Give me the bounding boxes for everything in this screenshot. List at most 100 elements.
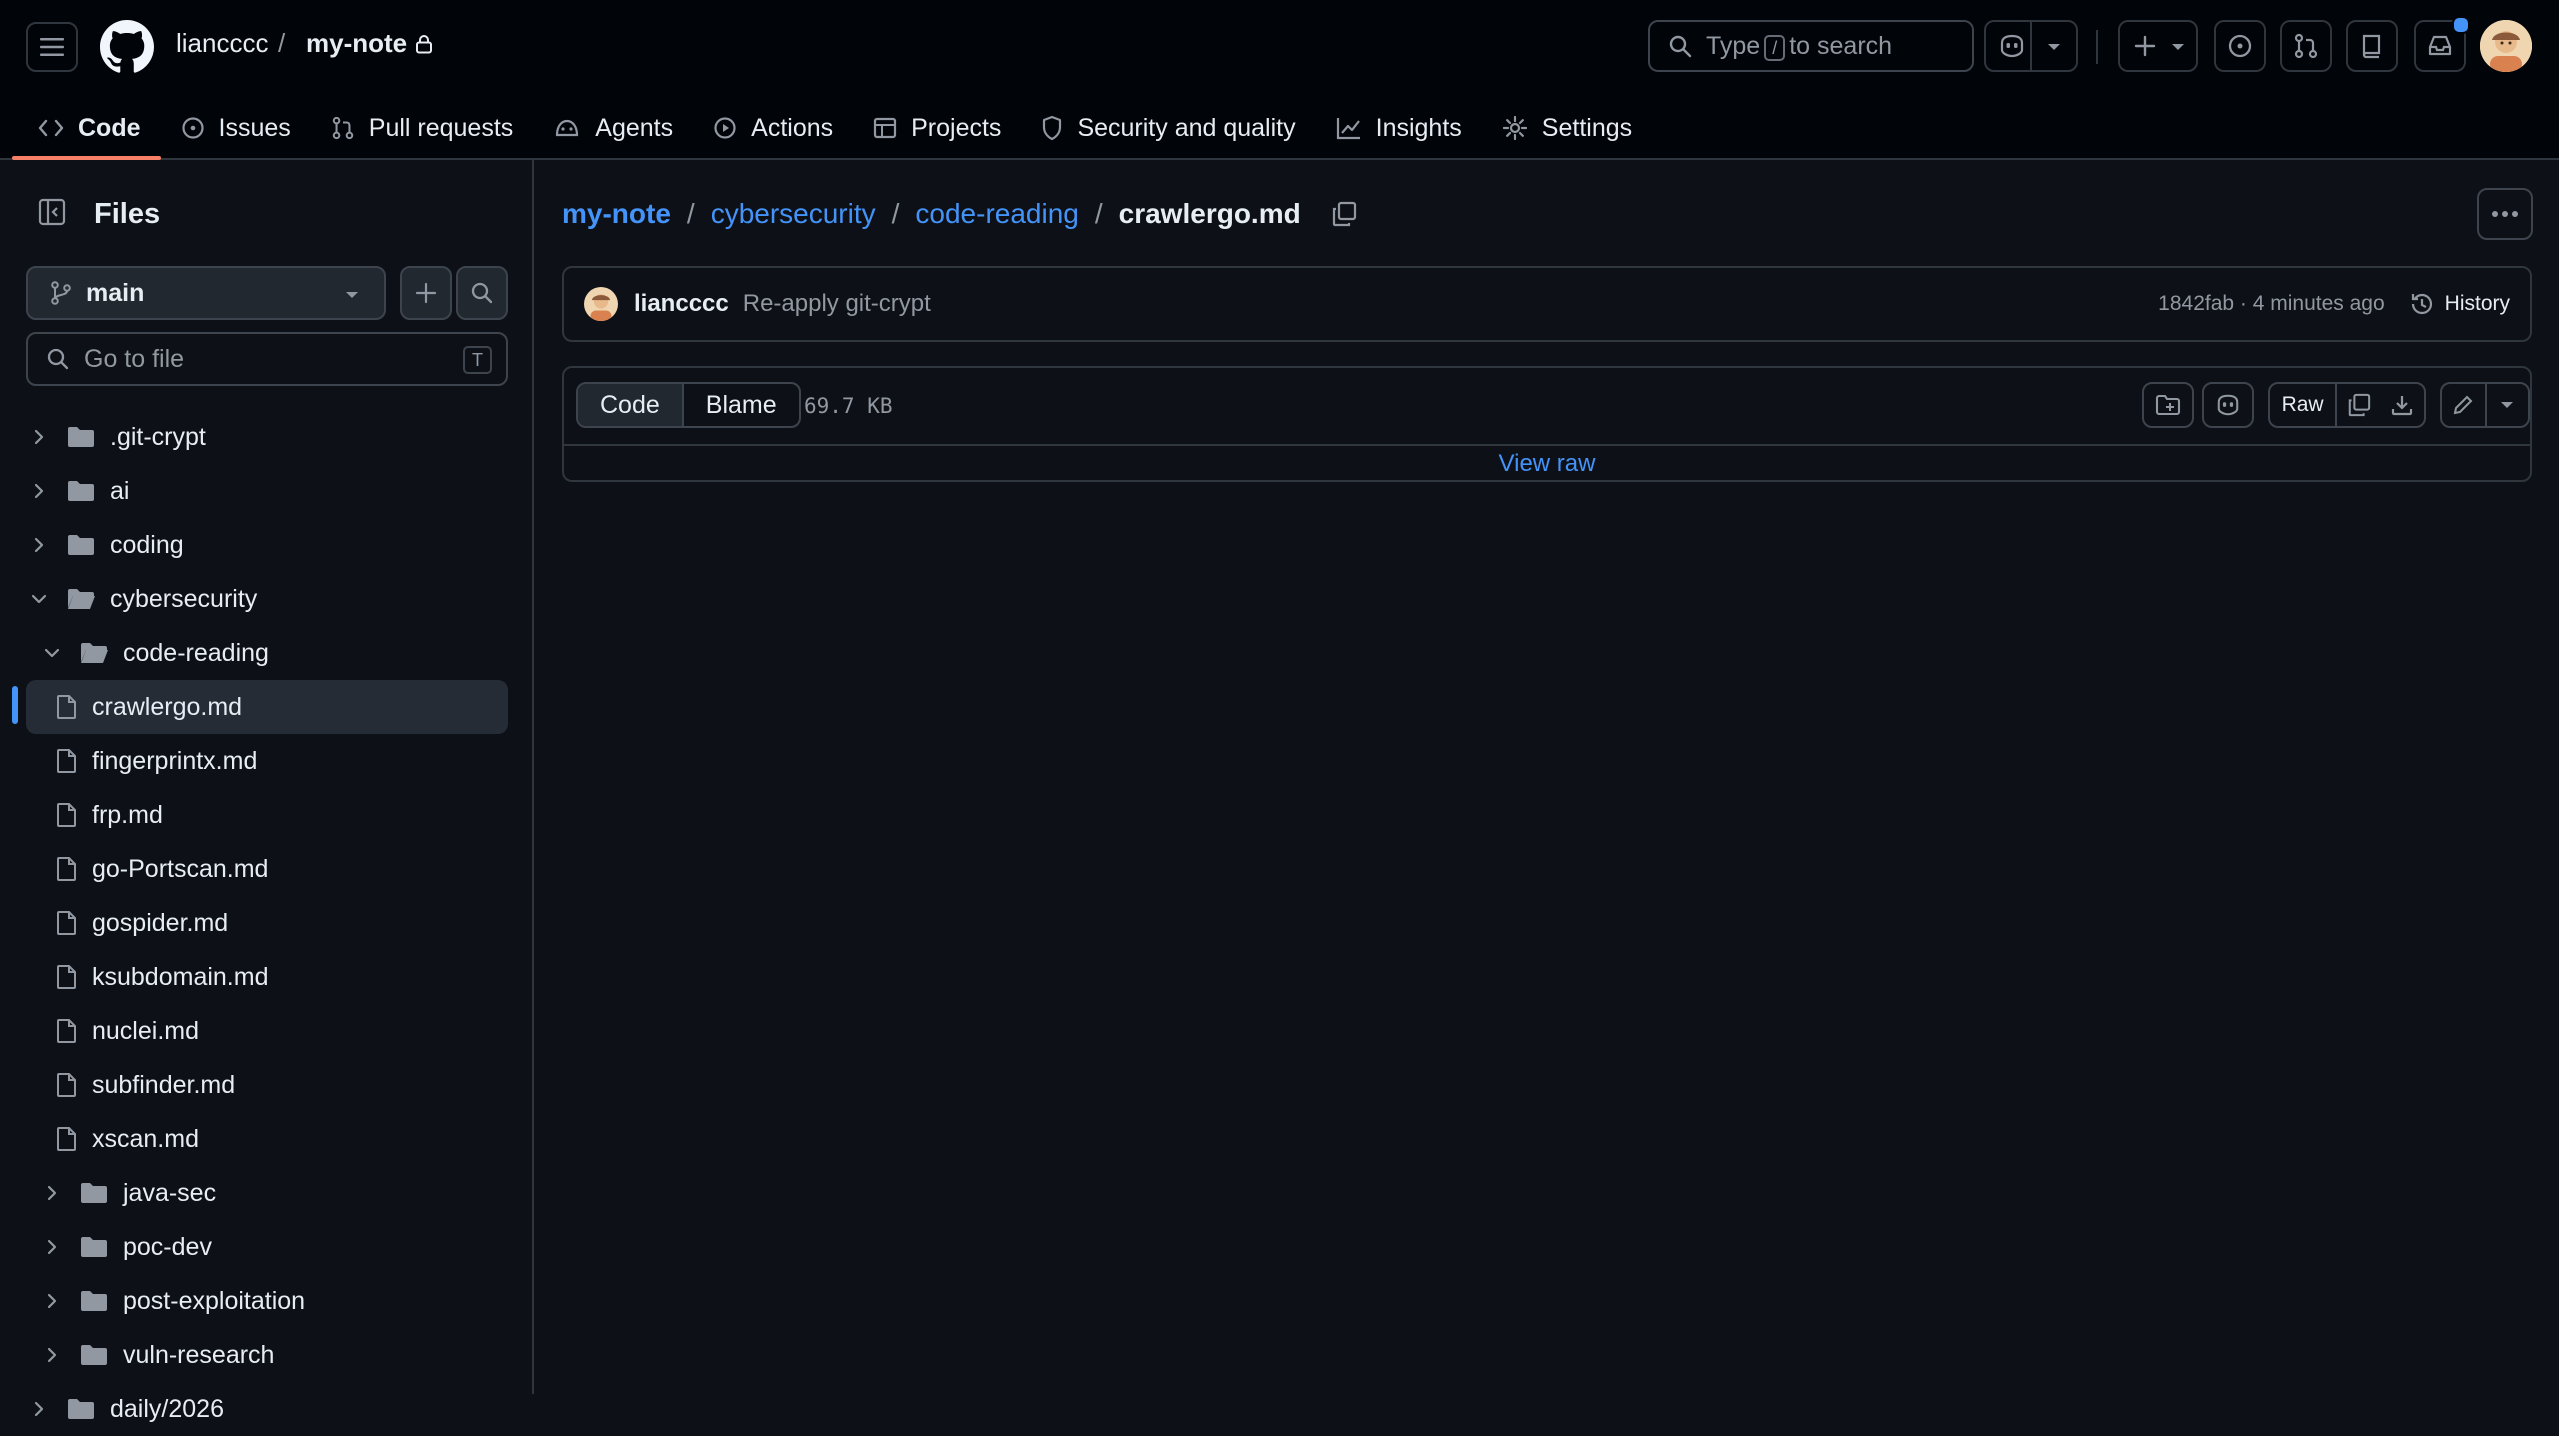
tab-settings[interactable]: Settings xyxy=(1482,98,1652,158)
agents-icon xyxy=(556,119,579,137)
menu-button[interactable] xyxy=(26,22,78,72)
tab-blame-view[interactable]: Blame xyxy=(684,384,799,426)
copilot-ask-button[interactable] xyxy=(2202,382,2254,428)
commit-meta[interactable]: 1842fab · 4 minutes ago xyxy=(2158,292,2385,316)
edit-more-button[interactable] xyxy=(2487,400,2528,410)
tab-label: Code xyxy=(78,113,141,142)
repositories-button[interactable] xyxy=(2346,20,2398,72)
tree-item-post-exploitation[interactable]: post-exploitation xyxy=(0,1274,534,1328)
copy-raw-button[interactable] xyxy=(2337,393,2380,417)
search-suffix: to search xyxy=(1789,31,1893,60)
tree-item-nuclei-md[interactable]: nuclei.md xyxy=(0,1004,534,1058)
issue-icon xyxy=(2228,34,2252,58)
commit-author-avatar[interactable] xyxy=(584,287,618,321)
tree-item-label: coding xyxy=(110,530,184,559)
file-icon xyxy=(56,1018,78,1044)
branch-selector[interactable]: main xyxy=(26,266,386,320)
tab-pull-requests[interactable]: Pull requests xyxy=(311,98,534,158)
folder-icon xyxy=(66,425,96,449)
chevron-right-icon[interactable] xyxy=(39,1346,65,1364)
tree-item-label: .git-crypt xyxy=(110,422,206,451)
chevron-down-icon[interactable] xyxy=(26,593,52,605)
tab-label: Security and quality xyxy=(1077,113,1296,142)
tab-issues[interactable]: Issues xyxy=(161,98,311,158)
chevron-down-icon xyxy=(2048,44,2060,50)
chevron-right-icon[interactable] xyxy=(39,1184,65,1202)
tab-security[interactable]: Security and quality xyxy=(1021,98,1315,158)
tab-insights[interactable]: Insights xyxy=(1316,98,1482,158)
tree-item-poc-dev[interactable]: poc-dev xyxy=(0,1220,534,1274)
tree-item-code-reading[interactable]: code-reading xyxy=(0,626,534,680)
breadcrumb-dir-code-reading[interactable]: code-reading xyxy=(915,198,1078,230)
tree-item-git-crypt[interactable]: .git-crypt xyxy=(0,410,534,464)
repo-name: my-note xyxy=(306,28,408,58)
edit-file-button[interactable] xyxy=(2442,384,2487,426)
chevron-down-icon xyxy=(2172,44,2184,50)
go-to-file-input[interactable]: Go to file T xyxy=(26,332,508,386)
tree-item-label: code-reading xyxy=(123,638,269,667)
tree-item-daily-2026[interactable]: daily/2026 xyxy=(0,1382,534,1436)
more-options-button[interactable] xyxy=(2477,188,2533,240)
add-file-button[interactable] xyxy=(400,266,452,320)
avatar-icon xyxy=(2480,20,2532,72)
tab-code[interactable]: Code xyxy=(0,98,161,160)
tree-item-frp-md[interactable]: frp.md xyxy=(0,788,534,842)
copilot-button[interactable] xyxy=(1984,20,2078,72)
collapse-sidebar-button[interactable] xyxy=(26,186,78,238)
open-in-folder-button[interactable] xyxy=(2142,382,2194,428)
plus-icon xyxy=(415,282,437,304)
breadcrumb-dir-cybersecurity[interactable]: cybersecurity xyxy=(711,198,876,230)
tree-item-label: post-exploitation xyxy=(123,1286,306,1315)
tree-item-fingerprintx-md[interactable]: fingerprintx.md xyxy=(0,734,534,788)
tab-label: Issues xyxy=(218,113,291,142)
tree-item-cybersecurity[interactable]: cybersecurity xyxy=(0,572,534,626)
raw-button[interactable]: Raw xyxy=(2270,384,2338,426)
view-raw-link[interactable]: View raw xyxy=(564,446,2530,482)
search-input[interactable]: Type / to search xyxy=(1648,20,1974,72)
commit-message[interactable]: Re-apply git-crypt xyxy=(743,290,931,318)
chevron-right-icon[interactable] xyxy=(39,1292,65,1310)
folder-icon xyxy=(79,1181,109,1205)
tree-item-go-portscan-md[interactable]: go-Portscan.md xyxy=(0,842,534,896)
chevron-down-icon[interactable] xyxy=(39,647,65,659)
tree-item-vuln-research[interactable]: vuln-research xyxy=(0,1328,534,1382)
chevron-right-icon[interactable] xyxy=(26,428,52,446)
tab-code-view[interactable]: Code xyxy=(578,384,684,426)
file-icon xyxy=(56,694,78,720)
tree-item-ksubdomain-md[interactable]: ksubdomain.md xyxy=(0,950,534,1004)
tree-item-gospider-md[interactable]: gospider.md xyxy=(0,896,534,950)
download-button[interactable] xyxy=(2381,393,2424,417)
history-button[interactable]: History xyxy=(2409,291,2510,317)
tree-item-java-sec[interactable]: java-sec xyxy=(0,1166,534,1220)
avatar[interactable] xyxy=(2480,20,2532,72)
tree-item-xscan-md[interactable]: xscan.md xyxy=(0,1112,534,1166)
repo-link[interactable]: my-note xyxy=(306,28,433,59)
tab-agents[interactable]: Agents xyxy=(533,98,693,158)
create-new-button[interactable] xyxy=(2118,20,2198,72)
chevron-right-icon[interactable] xyxy=(26,482,52,500)
github-logo-icon[interactable] xyxy=(100,20,154,74)
issues-button[interactable] xyxy=(2214,20,2266,72)
tree-item-crawlergo-md[interactable]: crawlergo.md xyxy=(26,680,508,734)
breadcrumb-repo[interactable]: my-note xyxy=(562,198,671,230)
tree-item-coding[interactable]: coding xyxy=(0,518,534,572)
owner-link[interactable]: liancccc xyxy=(176,28,268,59)
commit-author[interactable]: liancccc xyxy=(634,290,729,318)
chevron-right-icon[interactable] xyxy=(26,1400,52,1418)
search-files-button[interactable] xyxy=(456,266,508,320)
tab-actions[interactable]: Actions xyxy=(693,98,853,158)
file-icon xyxy=(56,748,78,774)
copilot-icon xyxy=(2000,34,2024,58)
tree-item-ai[interactable]: ai xyxy=(0,464,534,518)
chevron-right-icon[interactable] xyxy=(39,1238,65,1256)
file-tree-sidebar: Files main Go to file T .git-crypt ai codi… xyxy=(0,160,534,1423)
tab-label: Projects xyxy=(911,113,1002,142)
tree-item-subfinder-md[interactable]: subfinder.md xyxy=(0,1058,534,1112)
copy-path-button[interactable] xyxy=(1331,201,1357,227)
tab-projects[interactable]: Projects xyxy=(853,98,1021,158)
tree-item-label: fingerprintx.md xyxy=(92,746,258,775)
pull-requests-button[interactable] xyxy=(2280,20,2332,72)
chevron-right-icon[interactable] xyxy=(26,536,52,554)
chevron-down-icon xyxy=(2501,402,2514,408)
file-icon xyxy=(56,856,78,882)
